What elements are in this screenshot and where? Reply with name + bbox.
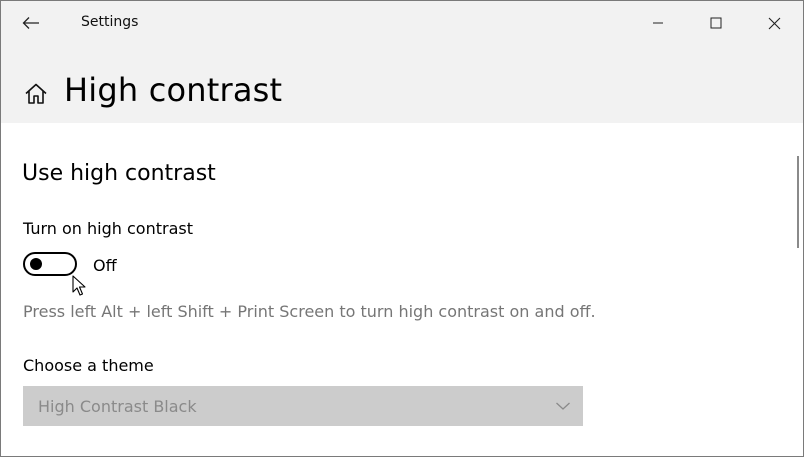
app-title: Settings — [81, 14, 139, 30]
theme-dropdown[interactable]: High Contrast Black — [23, 386, 583, 426]
settings-content: Use high contrast Turn on high contrast … — [1, 123, 803, 456]
close-button[interactable] — [751, 7, 797, 39]
minimize-button[interactable] — [635, 7, 681, 39]
chevron-down-icon — [556, 402, 570, 410]
toggle-state-label: Off — [93, 256, 117, 275]
scrollbar[interactable] — [797, 156, 799, 248]
title-bar: Settings — [1, 1, 803, 45]
home-icon — [25, 83, 47, 104]
page-header: High contrast — [1, 45, 803, 123]
mouse-cursor-icon — [72, 275, 86, 296]
close-icon — [768, 17, 780, 29]
high-contrast-toggle[interactable] — [23, 252, 77, 276]
theme-label: Choose a theme — [23, 356, 154, 375]
settings-window: Settings High contrast Use high contrast… — [0, 0, 804, 457]
toggle-knob — [30, 258, 42, 270]
section-title: Use high contrast — [22, 161, 216, 186]
maximize-icon — [710, 17, 722, 29]
shortcut-hint: Press left Alt + left Shift + Print Scre… — [23, 302, 596, 321]
back-arrow-icon — [22, 17, 39, 29]
minimize-icon — [653, 22, 663, 24]
theme-selected-value: High Contrast Black — [38, 397, 197, 416]
maximize-button[interactable] — [693, 7, 739, 39]
page-title: High contrast — [64, 71, 283, 109]
high-contrast-toggle-label: Turn on high contrast — [23, 219, 193, 238]
back-button[interactable] — [15, 9, 47, 37]
